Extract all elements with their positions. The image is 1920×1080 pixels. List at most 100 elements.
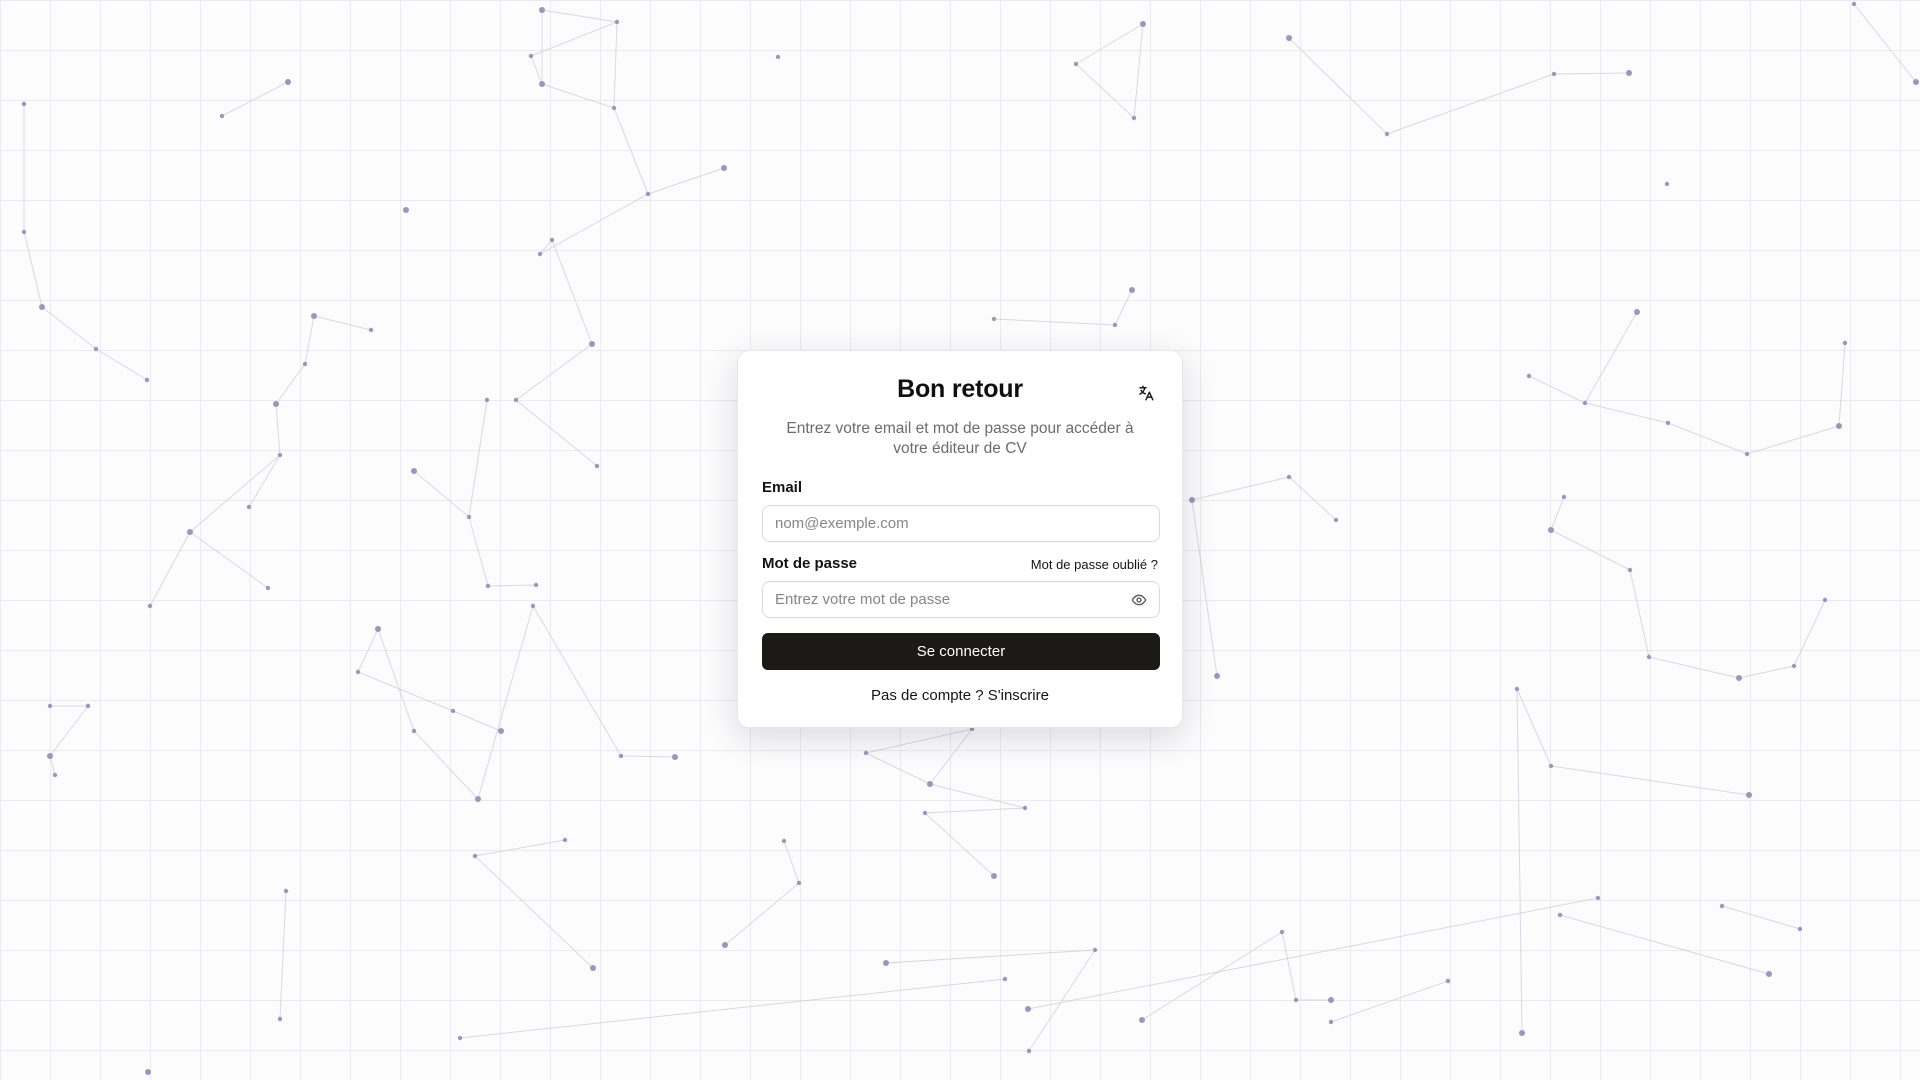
- network-edge: [357, 628, 379, 673]
- network-node: [403, 207, 409, 213]
- network-node: [927, 781, 933, 787]
- network-node: [411, 468, 417, 474]
- network-node: [1519, 1030, 1525, 1036]
- network-node: [1719, 903, 1725, 909]
- network-edge: [1288, 37, 1388, 135]
- network-edge: [1667, 422, 1748, 455]
- network-node: [1851, 1, 1857, 7]
- network-node: [472, 853, 478, 859]
- network-edge: [304, 315, 315, 365]
- network-edge: [1584, 402, 1669, 424]
- network-node: [863, 750, 869, 756]
- language-switch-button[interactable]: [1134, 381, 1158, 405]
- network-node: [219, 113, 225, 119]
- network-edge: [530, 21, 618, 57]
- network-edge: [487, 584, 537, 587]
- network-edge: [1648, 656, 1740, 679]
- network-node: [1766, 971, 1772, 977]
- network-node: [277, 452, 283, 458]
- network-node: [796, 880, 802, 886]
- network-node: [1214, 673, 1220, 679]
- network-edge: [620, 755, 676, 758]
- network-node: [991, 316, 997, 322]
- forgot-password-link[interactable]: Mot de passe oublié ?: [1031, 557, 1158, 572]
- network-node: [549, 237, 555, 243]
- network-node: [1026, 1048, 1032, 1054]
- network-node: [21, 101, 27, 107]
- network-node: [457, 1035, 463, 1041]
- network-edge: [1027, 897, 1599, 1010]
- network-node: [1842, 340, 1848, 346]
- network-edge: [1516, 688, 1552, 767]
- network-edge: [23, 231, 43, 308]
- network-node: [539, 7, 545, 13]
- network-node: [1112, 322, 1118, 328]
- network-edge: [613, 107, 649, 195]
- network-node: [539, 81, 545, 87]
- network-edge: [515, 399, 598, 467]
- network-node: [1626, 70, 1632, 76]
- signup-link[interactable]: Pas de compte ? S'inscrire: [738, 687, 1182, 704]
- network-node: [1131, 115, 1137, 121]
- network-node: [513, 397, 519, 403]
- network-edge: [468, 399, 488, 518]
- network-node: [1073, 61, 1079, 67]
- toggle-password-visibility-button[interactable]: [1130, 591, 1148, 609]
- network-edge: [1746, 425, 1840, 455]
- network-node: [52, 772, 58, 778]
- network-edge: [551, 239, 593, 345]
- network-node: [1822, 597, 1828, 603]
- network-node: [1913, 79, 1919, 85]
- network-node: [1526, 373, 1532, 379]
- network-edge: [724, 882, 800, 946]
- network-edge: [95, 348, 148, 381]
- network-edge: [1114, 289, 1133, 326]
- network-edge: [1550, 529, 1631, 571]
- network-edge: [1281, 931, 1297, 1001]
- network-node: [590, 965, 596, 971]
- network-edge: [1133, 23, 1144, 119]
- network-edge: [1550, 765, 1750, 796]
- network-node: [93, 346, 99, 352]
- network-edge: [1191, 476, 1290, 501]
- network-node: [1140, 21, 1146, 27]
- network-node: [1139, 1017, 1145, 1023]
- network-edge: [1075, 23, 1144, 65]
- network-node: [589, 341, 595, 347]
- network-edge: [993, 318, 1116, 326]
- network-edge: [1075, 63, 1135, 119]
- network-node: [618, 753, 624, 759]
- network-edge: [279, 890, 287, 1020]
- network-node: [1551, 71, 1557, 77]
- network-node: [1002, 976, 1008, 982]
- network-edge: [1141, 931, 1283, 1021]
- network-edge: [924, 812, 995, 877]
- network-node: [922, 810, 928, 816]
- translate-icon: [1139, 385, 1154, 401]
- email-field[interactable]: [762, 505, 1160, 542]
- network-node: [1595, 895, 1601, 901]
- network-edge: [1553, 72, 1630, 75]
- password-field[interactable]: [762, 581, 1160, 618]
- network-node: [528, 53, 534, 59]
- eye-icon: [1131, 594, 1147, 606]
- network-edge: [515, 343, 593, 401]
- network-node: [475, 796, 481, 802]
- network-node: [1746, 792, 1752, 798]
- network-edge: [1288, 476, 1337, 521]
- network-node: [1286, 35, 1292, 41]
- network-edge: [541, 9, 618, 23]
- network-node: [1791, 663, 1797, 669]
- network-node: [39, 304, 45, 310]
- network-node: [775, 54, 781, 60]
- network-node: [1744, 451, 1750, 457]
- network-node: [47, 703, 53, 709]
- network-edge: [885, 949, 1096, 964]
- network-node: [1189, 497, 1195, 503]
- network-node: [1665, 420, 1671, 426]
- network-node: [1561, 494, 1567, 500]
- network-node: [991, 873, 997, 879]
- network-node: [1797, 926, 1803, 932]
- network-node: [1736, 675, 1742, 681]
- sign-in-button[interactable]: Se connecter: [762, 633, 1160, 670]
